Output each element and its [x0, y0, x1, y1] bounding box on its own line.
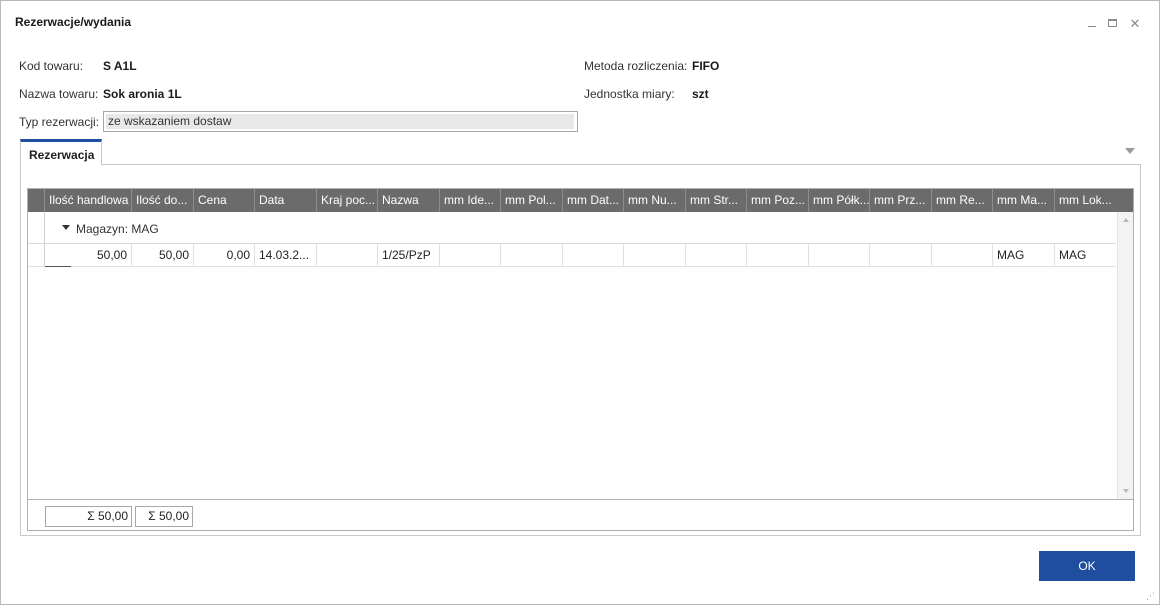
table-cell[interactable]: 1/25/PzP [378, 244, 440, 266]
minimize-icon[interactable] [1088, 17, 1096, 27]
column-header[interactable]: Data [255, 189, 317, 212]
table-cell[interactable] [686, 244, 747, 266]
column-header[interactable]: mm Str... [686, 189, 747, 212]
column-header[interactable]: mm Prz... [870, 189, 932, 212]
reservation-type-value: ze wskazaniem dostaw [106, 114, 574, 129]
table-cell[interactable]: 50,00 [45, 244, 132, 266]
reservation-type-label: Typ rezerwacji: [19, 115, 100, 129]
table-cell[interactable]: 14.03.2... [255, 244, 317, 266]
column-header[interactable]: mm Dat... [563, 189, 624, 212]
product-name-label: Nazwa towaru: [19, 87, 99, 101]
table-cell[interactable] [501, 244, 563, 266]
column-header[interactable]: Nazwa [378, 189, 440, 212]
column-header[interactable]: Cena [194, 189, 255, 212]
table-cell[interactable]: 50,00 [132, 244, 194, 266]
table-cell[interactable]: MAG [1055, 244, 1116, 266]
scroll-down-icon[interactable] [1123, 489, 1129, 493]
table-cell[interactable] [440, 244, 501, 266]
column-header[interactable]: mm Pol... [501, 189, 563, 212]
current-row-marker [45, 266, 71, 267]
dialog-title: Rezerwacje/wydania [15, 15, 132, 29]
table-cell[interactable]: 0,00 [194, 244, 255, 266]
row-indicator-cell [28, 244, 45, 266]
column-header[interactable]: Ilość handlowa [45, 189, 132, 212]
table-cell[interactable]: MAG [993, 244, 1055, 266]
table-cell[interactable] [870, 244, 932, 266]
tab-rezerwacja[interactable]: Rezerwacja [20, 139, 102, 165]
table-cell[interactable] [747, 244, 809, 266]
unit-label: Jednostka miary: [584, 87, 675, 101]
maximize-icon[interactable] [1108, 19, 1117, 27]
close-icon[interactable]: ✕ [1129, 17, 1141, 31]
table-cell[interactable] [624, 244, 686, 266]
tab-menu-chevron-icon[interactable] [1125, 148, 1135, 154]
table-cell[interactable] [932, 244, 993, 266]
sum-ilosc-do: Σ 50,00 [135, 506, 193, 527]
group-row-magazyn[interactable]: Magazyn: MAG [28, 212, 1116, 244]
settlement-method-label: Metoda rozliczenia: [584, 59, 688, 73]
header-indicator-cell [28, 189, 45, 212]
column-header[interactable]: Ilość do... [132, 189, 194, 212]
column-header[interactable]: mm Poz... [747, 189, 809, 212]
unit-value: szt [692, 87, 709, 101]
grid-header: Ilość handlowa Ilość do... Cena Data Kra… [28, 189, 1133, 212]
product-name-value: Sok aronia 1L [103, 87, 182, 101]
grid-summary-footer: Σ 50,00 Σ 50,00 [28, 499, 1133, 530]
table-cell[interactable] [317, 244, 378, 266]
column-header[interactable]: mm Ma... [993, 189, 1055, 212]
column-header[interactable]: Kraj poc... [317, 189, 378, 212]
column-header[interactable]: mm Lok... [1055, 189, 1116, 212]
vertical-scrollbar[interactable] [1117, 212, 1133, 499]
table-cell[interactable] [563, 244, 624, 266]
column-header[interactable]: mm Nu... [624, 189, 686, 212]
scroll-up-icon[interactable] [1123, 218, 1129, 222]
group-label: Magazyn: MAG [76, 222, 159, 236]
collapse-caret-icon[interactable] [62, 225, 70, 230]
table-cell[interactable] [809, 244, 870, 266]
product-code-label: Kod towaru: [19, 59, 84, 73]
column-header[interactable]: mm Półk... [809, 189, 870, 212]
column-header[interactable]: mm Re... [932, 189, 993, 212]
reservations-dialog: Rezerwacje/wydania ✕ Kod towaru: S A1L N… [0, 0, 1160, 605]
window-controls: ✕ [1088, 15, 1141, 31]
row-indicator-cell [28, 212, 45, 244]
sum-ilosc-handlowa: Σ 50,00 [45, 506, 132, 527]
table-row[interactable]: 50,00 50,00 0,00 14.03.2... 1/25/PzP MAG… [28, 244, 1116, 267]
grid-body: Magazyn: MAG 50,00 50,00 0,00 14.03.2...… [28, 212, 1116, 499]
reservation-type-select[interactable]: ze wskazaniem dostaw [103, 111, 578, 132]
resize-grip-icon[interactable]: ⋰ [1146, 591, 1156, 601]
reservations-grid: Ilość handlowa Ilość do... Cena Data Kra… [27, 188, 1134, 531]
product-code-value: S A1L [103, 59, 137, 73]
ok-button[interactable]: OK [1039, 551, 1135, 581]
column-header[interactable]: mm Ide... [440, 189, 501, 212]
settlement-method-value: FIFO [692, 59, 720, 73]
